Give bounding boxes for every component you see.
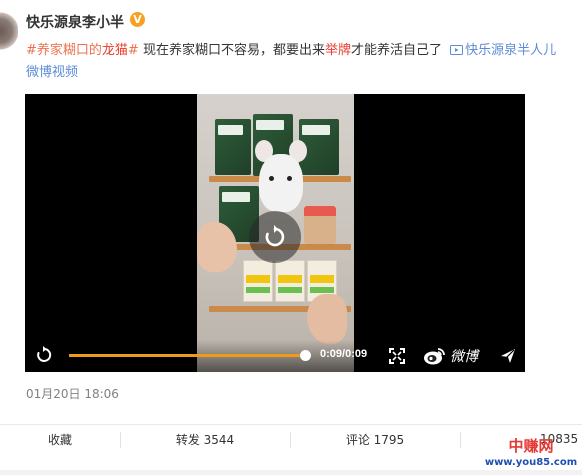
replay-button[interactable] [249,211,301,263]
author-name[interactable]: 快乐源泉李小半 [26,12,124,32]
video-source-link[interactable]: 快乐源泉半人儿 [446,43,556,58]
hand [307,294,347,344]
video-link-icon [450,45,464,55]
chinchilla [259,154,303,212]
product-box [243,260,273,302]
repost-button[interactable]: 转发 3544 [120,425,290,455]
post-timestamp[interactable]: 01月20日 18:06 [26,385,119,402]
progress-bar[interactable] [69,350,311,361]
favorite-button[interactable]: 收藏 [0,425,120,455]
time-display: 0:09/0:09 [320,348,368,360]
progress-fill [69,354,305,357]
post-text: #养家糊口的龙猫# 现在养家糊口不容易，都要出来举牌才能养活自己了 快乐源泉半人… [26,40,582,84]
treat-jar [304,206,336,244]
video-player[interactable]: 0:09/0:09 微博 [25,94,525,372]
replay-icon [265,225,285,247]
product-box [275,260,305,302]
weibo-logo[interactable]: 微博 [423,345,478,367]
replay-small-icon[interactable] [34,345,54,365]
weibo-eye-icon [424,348,445,365]
verified-badge-icon: V [130,12,145,27]
hand [197,222,237,272]
weibo-video-link[interactable]: 微博视频 [26,65,78,80]
repost-label: 转发 3544 [175,433,235,447]
watermark-url: www.you85.com [480,456,582,470]
comment-label: 评论 1795 [345,433,405,447]
post-body-end: 才能养活自己了 [350,43,442,58]
divider [460,432,461,448]
food-bag [215,119,251,175]
weibo-brand-text: 微博 [450,349,478,365]
favorite-label: 收藏 [47,433,72,447]
watermark-cn: 中赚网 [508,437,554,455]
player-controls: 0:09/0:09 微博 [25,340,525,372]
post-highlight: 举牌 [324,43,351,58]
post-body: 现在养家糊口不容易，都要出来 [138,43,325,58]
progress-thumb[interactable] [300,350,311,361]
fullscreen-icon[interactable] [389,348,405,364]
watermark: 中赚网 www.you85.com [480,436,582,472]
topic-link[interactable]: #养家糊口的龙猫# [26,43,139,58]
send-icon[interactable] [499,347,517,365]
avatar[interactable] [0,6,18,56]
bottom-divider [0,470,582,475]
comment-button[interactable]: 评论 1795 [290,425,460,455]
